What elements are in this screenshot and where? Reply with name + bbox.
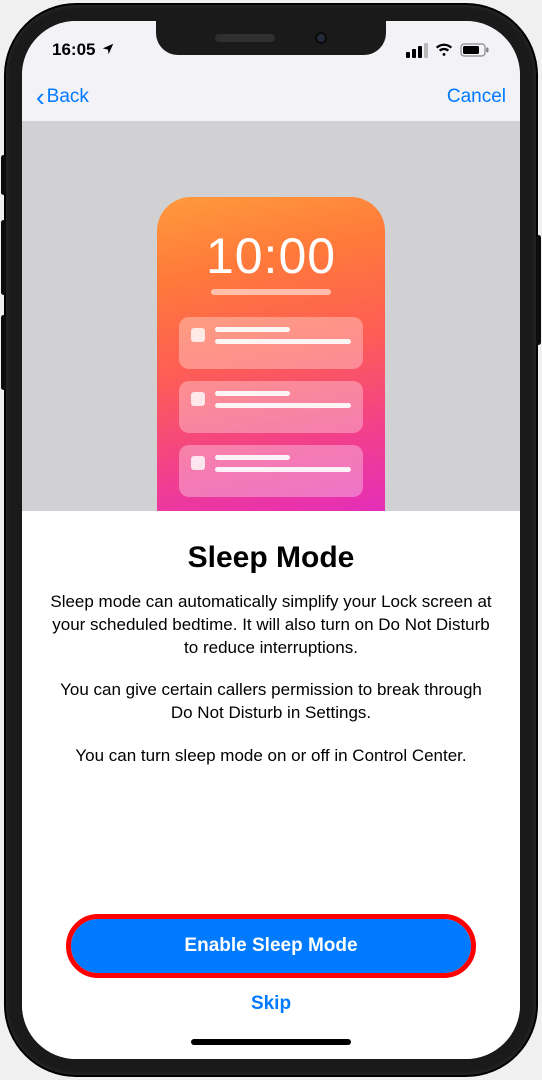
home-indicator[interactable] bbox=[191, 1039, 351, 1045]
status-time: 16:05 bbox=[52, 40, 95, 60]
volume-up-button bbox=[1, 220, 6, 295]
skip-button[interactable]: Skip bbox=[46, 973, 496, 1025]
cancel-button[interactable]: Cancel bbox=[447, 86, 506, 108]
back-button[interactable]: ‹ Back bbox=[36, 84, 89, 110]
preview-clock: 10:00 bbox=[206, 227, 336, 285]
front-camera bbox=[315, 32, 327, 44]
volume-down-button bbox=[1, 315, 6, 390]
mute-switch bbox=[1, 155, 6, 195]
preview-underline bbox=[211, 289, 331, 295]
cellular-signal-icon bbox=[406, 43, 428, 58]
battery-icon bbox=[460, 43, 490, 57]
page-title: Sleep Mode bbox=[50, 541, 492, 575]
screen: 16:05 bbox=[22, 21, 520, 1059]
enable-sleep-mode-button[interactable]: Enable Sleep Mode bbox=[71, 919, 471, 973]
location-arrow-icon bbox=[101, 42, 115, 59]
notch bbox=[156, 21, 386, 55]
power-button bbox=[536, 235, 541, 345]
content-area: Sleep Mode Sleep mode can automatically … bbox=[22, 511, 520, 905]
device-frame: 16:05 bbox=[6, 5, 536, 1075]
description-1: Sleep mode can automatically simplify yo… bbox=[50, 591, 492, 659]
chevron-left-icon: ‹ bbox=[36, 84, 45, 110]
description-3: You can turn sleep mode on or off in Con… bbox=[50, 745, 492, 768]
back-label: Back bbox=[47, 86, 89, 108]
preview-notification bbox=[179, 317, 363, 369]
button-row: Enable Sleep Mode Skip bbox=[22, 905, 520, 1025]
illustration-area: 10:00 bbox=[22, 121, 520, 511]
wifi-icon bbox=[435, 43, 453, 57]
home-indicator-area bbox=[22, 1025, 520, 1059]
preview-notification bbox=[179, 445, 363, 497]
description-2: You can give certain callers permission … bbox=[50, 679, 492, 725]
lockscreen-preview: 10:00 bbox=[157, 197, 385, 511]
speaker-grille bbox=[215, 34, 275, 42]
nav-bar: ‹ Back Cancel bbox=[22, 73, 520, 121]
preview-notification bbox=[179, 381, 363, 433]
